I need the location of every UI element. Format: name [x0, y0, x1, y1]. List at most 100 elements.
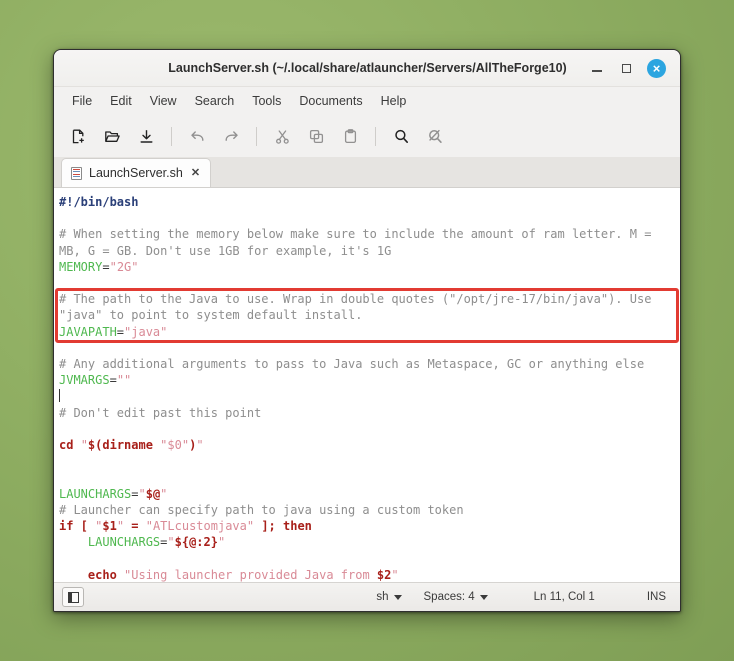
code-token: LAUNCHARGS	[59, 486, 132, 501]
code-line: LAUNCHARGS="$@"	[56, 486, 680, 502]
copy-button[interactable]	[300, 121, 332, 151]
document-icon	[71, 166, 82, 180]
minimize-icon	[592, 70, 602, 72]
status-bar: sh Spaces: 4 Ln 11, Col 1 INS	[54, 582, 680, 611]
side-panel-toggle-button[interactable]	[62, 587, 84, 607]
close-icon: ×	[652, 60, 661, 76]
code-token: # Launcher can specify path to java usin…	[59, 502, 464, 517]
menu-file[interactable]: File	[64, 91, 100, 111]
code-content[interactable]: #!/bin/bash # When setting the memory be…	[54, 188, 680, 582]
code-token: "2G"	[109, 259, 139, 274]
code-token: $(dirname	[87, 438, 161, 453]
code-line: cd "$(dirname "$0")"	[56, 437, 680, 453]
save-button[interactable]	[130, 121, 162, 151]
language-selector[interactable]: sh	[376, 591, 402, 603]
cut-button[interactable]	[266, 121, 298, 151]
indent-selector[interactable]: Spaces: 4	[424, 591, 488, 603]
indent-label: Spaces: 4	[423, 591, 475, 603]
code-token: $@	[145, 486, 161, 501]
code-line: if [ "$1" = "ATLcustomjava" ]; then	[56, 518, 680, 534]
menu-bar: File Edit View Search Tools Documents He…	[54, 87, 680, 115]
tab-label: LaunchServer.sh	[89, 166, 183, 180]
code-token: JAVAPATH	[59, 324, 117, 339]
title-bar: LaunchServer.sh (~/.local/share/atlaunch…	[54, 50, 680, 87]
code-token: "	[391, 567, 399, 582]
insert-mode-indicator: INS	[646, 591, 666, 603]
search-icon	[394, 129, 408, 143]
window-controls: ×	[589, 58, 680, 78]
code-token: "Using launcher provided Java from	[124, 567, 377, 582]
code-token: # Don't edit past this point	[59, 405, 262, 420]
code-line: #!/bin/bash	[56, 194, 680, 210]
undo-button[interactable]	[181, 121, 213, 151]
tab-strip: LaunchServer.sh ✕	[54, 157, 680, 188]
code-token: JVMARGS	[59, 373, 110, 388]
code-line: # Don't edit past this point	[56, 405, 680, 421]
code-line: JVMARGS=""	[56, 372, 680, 388]
code-token: "	[160, 486, 168, 501]
code-token: # Any additional arguments to pass to Ja…	[59, 357, 645, 372]
code-line: # Launcher can specify path to java usin…	[56, 502, 680, 518]
code-token: "	[167, 535, 175, 550]
code-line: echo "Using launcher provided Java from …	[56, 567, 680, 582]
find-button[interactable]	[385, 121, 417, 151]
code-token: "	[196, 438, 204, 453]
save-icon	[140, 129, 152, 143]
maximize-icon	[621, 63, 631, 73]
close-button[interactable]: ×	[647, 58, 666, 78]
toolbar-separator-1	[171, 126, 172, 146]
toolbar-separator-2	[256, 126, 257, 146]
menu-search[interactable]: Search	[187, 91, 243, 111]
code-token: ]; then	[254, 519, 312, 534]
new-file-icon	[72, 129, 84, 143]
code-token: echo	[59, 567, 125, 582]
code-token: $2	[376, 567, 392, 582]
code-token: =	[109, 373, 117, 388]
paste-icon	[344, 128, 356, 143]
code-line: # Any additional arguments to pass to Ja…	[56, 356, 680, 372]
code-token: "ATLcustomjava"	[145, 519, 255, 534]
redo-button[interactable]	[215, 121, 247, 151]
paste-button[interactable]	[334, 121, 366, 151]
tab-close-icon[interactable]: ✕	[191, 167, 200, 179]
code-token: "	[217, 535, 226, 550]
minimize-button[interactable]	[589, 60, 605, 76]
code-token: "	[80, 438, 88, 453]
menu-view[interactable]: View	[142, 91, 185, 111]
editor-area[interactable]: #!/bin/bash # When setting the memory be…	[54, 188, 680, 582]
code-line: LAUNCHARGS="${@:2}"	[56, 534, 680, 550]
language-label: sh	[376, 591, 389, 603]
menu-tools[interactable]: Tools	[244, 91, 289, 111]
code-token: =	[124, 519, 146, 534]
new-file-button[interactable]	[62, 121, 94, 151]
copy-icon	[309, 129, 323, 143]
text-caret	[59, 389, 60, 403]
chevron-down-icon	[393, 594, 402, 600]
find-replace-button[interactable]	[419, 121, 451, 151]
code-token: $1	[102, 519, 117, 534]
code-token: =	[116, 324, 125, 339]
find-replace-icon	[428, 129, 442, 143]
tab-launchserver-sh[interactable]: LaunchServer.sh ✕	[61, 158, 212, 187]
code-token: cd	[59, 438, 81, 453]
code-token: # The path to the Java to use. Wrap in d…	[59, 292, 659, 323]
open-folder-icon	[104, 130, 120, 142]
code-token: "	[138, 486, 146, 501]
open-folder-button[interactable]	[96, 121, 128, 151]
code-token: if [	[59, 519, 96, 534]
code-token: ${@:2}	[174, 535, 218, 550]
text-editor-window: LaunchServer.sh (~/.local/share/atlaunch…	[53, 49, 681, 612]
maximize-button[interactable]	[618, 60, 634, 76]
code-line: MEMORY="2G"	[56, 259, 680, 275]
menu-help[interactable]: Help	[373, 91, 415, 111]
menu-documents[interactable]: Documents	[291, 91, 370, 111]
code-token: # When setting the memory below make sur…	[59, 227, 659, 258]
code-line	[56, 388, 680, 404]
cut-icon	[275, 129, 289, 144]
menu-edit[interactable]: Edit	[102, 91, 140, 111]
code-token: #!/bin/bash	[59, 195, 139, 209]
